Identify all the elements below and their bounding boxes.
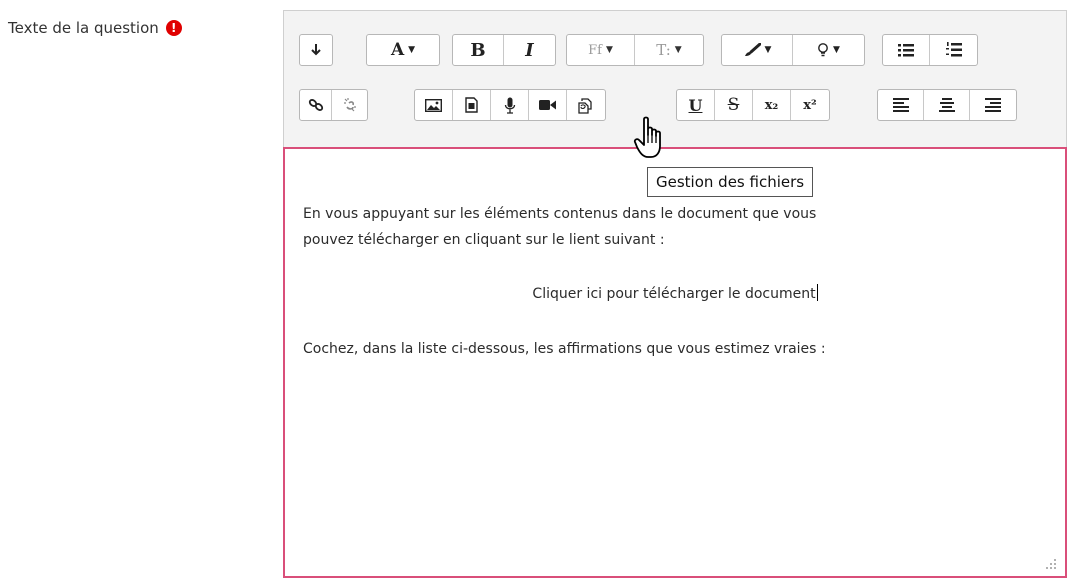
content-line-2: pouvez télécharger en cliquant sur le li… <box>303 232 665 248</box>
text-format-group: U S x₂ x² <box>676 89 830 121</box>
unordered-list-icon <box>898 44 914 57</box>
collapse-group <box>299 34 333 66</box>
underline-label: U <box>688 95 703 115</box>
style-group: ▼ ▼ <box>721 34 865 66</box>
text-cursor <box>816 284 818 301</box>
font-style-group: Ff ▼ T: ▼ <box>566 34 704 66</box>
question-text-label-text: Texte de la question <box>8 19 159 37</box>
resize-handle-icon[interactable] <box>1045 558 1057 570</box>
font-family-button[interactable]: Ff ▼ <box>567 35 635 65</box>
exclamation-circle-icon: ! <box>165 20 182 36</box>
align-left-button[interactable] <box>878 90 924 120</box>
question-text-label: Texte de la question ! <box>8 19 182 37</box>
ordered-list-icon <box>945 42 962 57</box>
superscript-label: x² <box>803 97 817 113</box>
download-link[interactable]: Cliquer ici pour télécharger le document <box>532 286 815 302</box>
italic-label: I <box>525 39 534 61</box>
editor-content-area[interactable]: En vous appuyant sur les éléments conten… <box>283 147 1067 578</box>
microphone-icon <box>504 97 515 114</box>
font-color-letter: A <box>390 40 405 60</box>
manage-files-icon <box>578 97 592 114</box>
hand-cursor-icon <box>633 116 661 158</box>
record-video-button[interactable] <box>529 90 567 120</box>
bold-button[interactable]: B <box>453 35 504 65</box>
insert-group <box>414 89 606 121</box>
list-group <box>882 34 978 66</box>
video-camera-icon <box>539 100 556 110</box>
subscript-button[interactable]: x₂ <box>753 90 791 120</box>
collapse-icon <box>311 44 321 56</box>
link-group <box>299 89 368 121</box>
superscript-button[interactable]: x² <box>791 90 829 120</box>
ordered-list-button[interactable] <box>930 35 977 65</box>
subscript-label: x₂ <box>764 97 779 113</box>
align-right-button[interactable] <box>970 90 1016 120</box>
chevron-down-icon: ▼ <box>764 45 772 55</box>
link-icon <box>308 99 323 111</box>
media-file-icon <box>465 97 478 113</box>
image-icon <box>425 98 442 112</box>
paintbrush-icon <box>744 43 761 56</box>
tooltip-text: Gestion des fichiers <box>656 173 805 191</box>
align-right-icon <box>985 98 1001 112</box>
manage-files-button[interactable] <box>567 90 605 120</box>
align-center-icon <box>938 98 955 112</box>
unlink-icon <box>343 98 356 112</box>
unordered-list-button[interactable] <box>883 35 930 65</box>
bold-italic-group: B I <box>452 34 556 66</box>
content-line-1: En vous appuyant sur les éléments conten… <box>303 206 817 222</box>
editor-toolbar: A ▼ B I Ff ▼ T: ▼ ▼ ▼ U S x₂ x² <box>283 10 1067 147</box>
lightbulb-icon <box>818 43 828 57</box>
italic-button[interactable]: I <box>504 35 555 65</box>
bold-label: B <box>470 39 486 61</box>
paragraph-style-button[interactable]: ▼ <box>722 35 793 65</box>
collapse-toolbar-button[interactable] <box>300 35 332 65</box>
strikethrough-button[interactable]: S <box>715 90 753 120</box>
download-link-paragraph: Cliquer ici pour télécharger le document <box>285 282 1065 306</box>
font-size-button[interactable]: T: ▼ <box>635 35 703 65</box>
align-left-icon <box>892 98 909 112</box>
link-button[interactable] <box>300 90 332 120</box>
alignment-group <box>877 89 1017 121</box>
chevron-down-icon: ▼ <box>833 45 840 55</box>
chevron-down-icon: ▼ <box>674 45 682 55</box>
content-instruction: Cochez, dans la liste ci-dessous, les af… <box>303 341 826 357</box>
font-color-group: A ▼ <box>366 34 440 66</box>
chevron-down-icon: ▼ <box>408 45 416 55</box>
insert-media-button[interactable] <box>453 90 491 120</box>
chevron-down-icon: ▼ <box>605 45 613 55</box>
font-size-label: T: <box>656 41 671 59</box>
insert-image-button[interactable] <box>415 90 453 120</box>
manage-files-tooltip: Gestion des fichiers <box>647 167 814 197</box>
strikethrough-label: S <box>727 95 740 115</box>
record-audio-button[interactable] <box>491 90 529 120</box>
font-color-button[interactable]: A ▼ <box>367 35 439 65</box>
unlink-button[interactable] <box>332 90 367 120</box>
font-family-label: Ff <box>588 42 602 58</box>
emphasis-button[interactable]: ▼ <box>793 35 864 65</box>
align-center-button[interactable] <box>924 90 970 120</box>
underline-button[interactable]: U <box>677 90 715 120</box>
rich-text-editor: A ▼ B I Ff ▼ T: ▼ ▼ ▼ U S x₂ x² En vous … <box>283 10 1067 578</box>
